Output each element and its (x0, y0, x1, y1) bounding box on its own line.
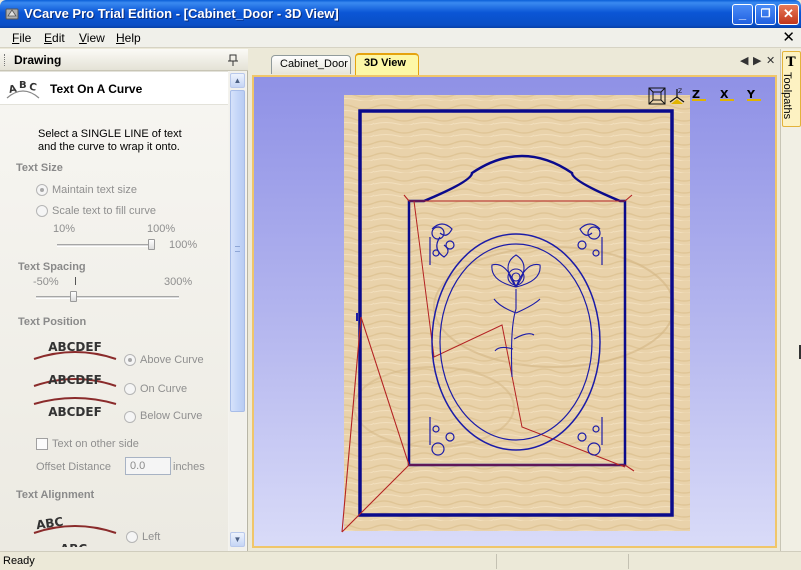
other-side-checkbox[interactable] (36, 438, 48, 450)
tool-header: A B C Text On A Curve (0, 71, 228, 105)
minimize-button[interactable]: _ (732, 4, 753, 25)
panel-scrollbar[interactable]: ▲ ▼ (229, 71, 246, 551)
text-alignment-heading: Text Alignment (16, 489, 95, 501)
maintain-size-radio[interactable] (36, 184, 48, 196)
offset-label: Offset Distance (36, 461, 111, 473)
status-text: Ready (3, 555, 35, 567)
panel-header: Drawing (0, 49, 248, 71)
panel-body: A B C Text On A Curve Select a SINGLE LI… (0, 71, 228, 551)
panel-title: Drawing (14, 53, 62, 67)
svg-text:ABCDEF: ABCDEF (48, 373, 102, 387)
align-left-sample-icon: ABC ABC (33, 514, 117, 547)
on-curve-radio[interactable] (124, 383, 136, 395)
spacing-slider-track (36, 296, 179, 299)
menu-file[interactable]: File (12, 31, 31, 45)
offset-input[interactable] (125, 457, 171, 475)
svg-text:ABC: ABC (35, 514, 64, 532)
tab-3d-view[interactable]: 3D View (355, 53, 419, 75)
instruction-line-2: and the curve to wrap it onto. (38, 141, 180, 153)
on-curve-label: On Curve (140, 383, 188, 395)
scroll-thumb[interactable] (230, 90, 245, 412)
svg-text:ABCDEF: ABCDEF (48, 340, 102, 354)
right-tab-strip: T Toolpaths (780, 49, 801, 551)
iso-view-icon[interactable]: Z (668, 87, 686, 105)
spacing-range-max: 300% (164, 276, 193, 288)
tab-next-icon[interactable]: ▶ (753, 54, 761, 67)
below-curve-sample-icon: ABCDEF (33, 397, 117, 419)
menu-help[interactable]: Help (116, 31, 141, 45)
3d-viewport[interactable]: Z Z X Y (252, 75, 777, 548)
drawing-panel: Drawing A B C Text On A Curve Select a S… (0, 49, 248, 551)
menu-edit[interactable]: Edit (44, 31, 65, 45)
spacing-range-min: -50% (33, 276, 59, 288)
other-side-label: Text on other side (52, 438, 139, 450)
spacing-zero-tick (75, 277, 76, 285)
app-icon (5, 8, 19, 20)
above-curve-sample-icon: ABCDEF (33, 340, 117, 360)
toolpaths-icon: T (786, 55, 796, 70)
align-left-radio[interactable] (126, 531, 138, 543)
size-range-min: 10% (53, 223, 76, 235)
above-curve-label: Above Curve (140, 354, 204, 366)
on-curve-sample-icon: ABCDEF (33, 373, 117, 387)
title-bar: VCarve Pro Trial Edition - [Cabinet_Door… (0, 0, 801, 28)
window-title: VCarve Pro Trial Edition - [Cabinet_Door… (24, 6, 339, 21)
size-range-max: 100% (147, 223, 176, 235)
menu-bar: File Edit View Help ✕ (0, 28, 801, 48)
svg-text:B: B (19, 80, 27, 91)
status-bar: Ready (0, 551, 801, 570)
text-position-heading: Text Position (18, 316, 87, 328)
tab-prev-icon[interactable]: ◀ (740, 54, 748, 67)
size-slider-thumb[interactable] (148, 239, 155, 250)
view-toolbar: Z Z X Y (648, 87, 775, 107)
svg-text:A: A (8, 84, 18, 96)
tool-name: Text On A Curve (50, 82, 143, 96)
size-value: 100% (169, 239, 198, 251)
restore-button[interactable]: ❐ (755, 4, 776, 25)
offset-unit: inches (173, 461, 205, 473)
above-curve-radio[interactable] (124, 354, 136, 366)
text-on-curve-icon: A B C (6, 80, 40, 99)
text-spacing-heading: Text Spacing (18, 261, 86, 273)
menu-view[interactable]: View (79, 31, 105, 45)
scroll-up-button[interactable]: ▲ (230, 73, 245, 88)
zoom-extents-icon[interactable] (648, 87, 666, 105)
scroll-grip-icon (235, 246, 240, 252)
scroll-down-button[interactable]: ▼ (230, 532, 245, 547)
svg-text:ABC: ABC (60, 542, 87, 547)
maintain-size-label: Maintain text size (52, 184, 137, 196)
status-cell (496, 554, 626, 569)
document-area: Cabinet_Door 3D View ◀ ▶ ✕ Z Z X Y (249, 49, 779, 551)
align-left-label: Left (142, 531, 161, 543)
text-size-heading: Text Size (16, 162, 63, 174)
grip-icon[interactable] (4, 54, 7, 66)
below-curve-label: Below Curve (140, 410, 203, 422)
svg-text:ABCDEF: ABCDEF (48, 405, 102, 419)
instruction-line-1: Select a SINGLE LINE of text (38, 128, 182, 140)
scale-to-fill-radio[interactable] (36, 205, 48, 217)
svg-text:Z: Z (678, 88, 682, 95)
scale-to-fill-label: Scale text to fill curve (52, 205, 156, 217)
document-close-icon[interactable]: ✕ (782, 28, 795, 46)
close-button[interactable]: ✕ (778, 4, 799, 25)
toolpaths-label: Toolpaths (781, 72, 793, 120)
pin-icon[interactable] (228, 54, 238, 66)
status-cell (628, 554, 798, 569)
door-model (341, 95, 690, 533)
tab-close-icon[interactable]: ✕ (766, 54, 775, 67)
toolpaths-tab[interactable]: T Toolpaths (781, 51, 801, 127)
spacing-slider-thumb[interactable] (70, 291, 77, 302)
svg-text:C: C (28, 82, 37, 94)
size-slider-track (57, 244, 155, 247)
below-curve-radio[interactable] (124, 411, 136, 423)
tab-cabinet-door[interactable]: Cabinet_Door (271, 55, 351, 74)
